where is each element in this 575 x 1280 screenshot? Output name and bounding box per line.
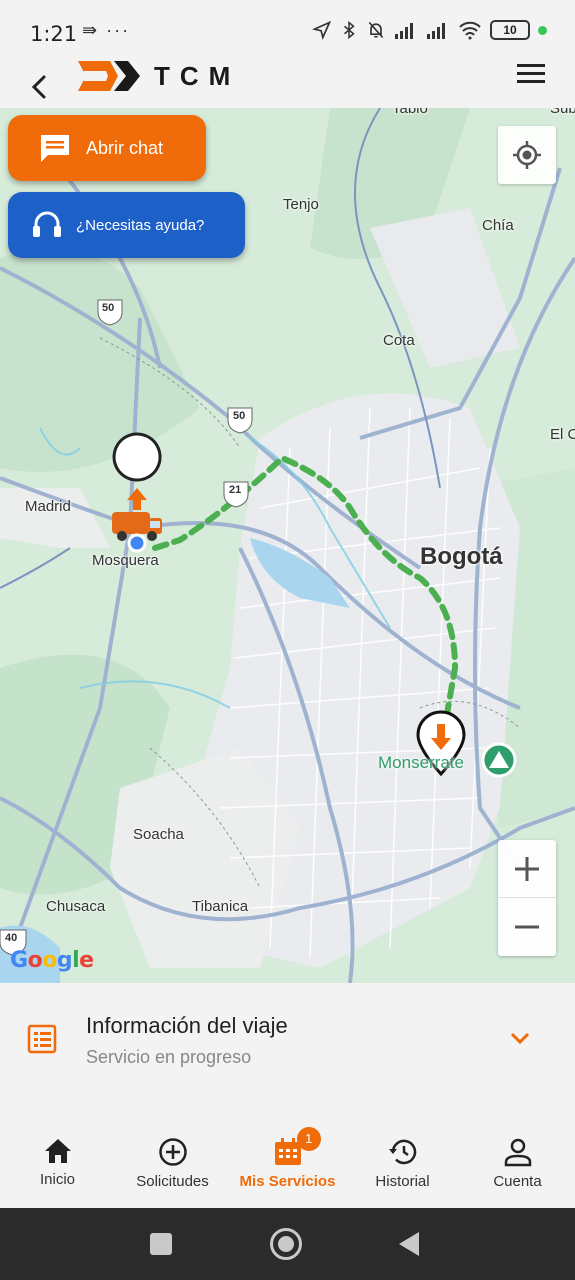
headset-icon [33,211,61,237]
bottom-navigation: Inicio Solicitudes 1 Mis Servicios Histo… [0,1113,575,1208]
route-shield-50a: 50 [102,302,115,314]
nav-item-inicio[interactable]: Inicio [0,1113,115,1208]
status-time: 1:21 [30,22,78,46]
map-label-bogota: Bogotá [420,543,503,570]
battery-icon: 10 [490,20,530,40]
home-button[interactable] [270,1228,302,1260]
map-label-chusaca: Chusaca [46,898,106,915]
map-label-el-c: El C [550,426,575,443]
home-icon [44,1139,71,1163]
trip-status: Servicio en progreso [86,1047,252,1067]
active-dot [538,25,547,35]
minus-icon [515,925,539,929]
route-shield-50b: 50 [233,410,246,422]
map-label-tabio: Tabio [392,108,428,117]
recents-button[interactable] [150,1233,172,1255]
google-logo: Google [10,948,94,973]
nav-label-mis-servicios: Mis Servicios [239,1173,336,1190]
map-label-monserrate: Monserrate [378,753,464,772]
plus-circle-icon [158,1138,187,1166]
trip-info-title: Información del viaje [86,1013,288,1038]
nav-item-cuenta[interactable]: Cuenta [460,1113,575,1208]
notification-icons: ⇛ ··· [82,20,131,40]
zoom-in-button[interactable] [498,840,556,898]
nav-label-historial: Historial [375,1173,430,1190]
chat-bubble-icon [41,135,69,162]
nav-label-solicitudes: Solicitudes [136,1173,209,1190]
map-label-suba: Suba [550,108,575,117]
status-bar: 1:21 ⇛ ··· 10 [0,0,575,60]
nav-label-cuenta: Cuenta [493,1173,542,1190]
bluetooth-icon [344,20,355,40]
map-label-tenjo: Tenjo [283,196,319,213]
nav-label-inicio: Inicio [39,1171,76,1188]
bell-off-icon [368,21,384,39]
my-location-button[interactable] [498,126,556,184]
nav-item-solicitudes[interactable]: Solicitudes [115,1113,230,1208]
services-badge: 1 [296,1127,321,1151]
signal-icon-2 [427,23,445,39]
chevron-down-icon[interactable] [509,1031,531,1045]
hamburger-menu-icon [517,64,545,83]
help-button[interactable]: ¿Necesitas ayuda? [8,192,245,258]
system-back-button[interactable] [399,1232,419,1256]
logo-arrows-icon [78,61,140,91]
open-chat-label: Abrir chat [86,137,164,158]
map-label-tibanica: Tibanica [192,898,249,915]
app-header: TCM [0,55,575,110]
back-arrow-icon [31,75,46,99]
help-label: ¿Necesitas ayuda? [76,216,205,234]
route-shield-40: 40 [5,932,18,944]
signal-icon [395,23,413,39]
tcm-logo: TCM [76,59,240,93]
back-button[interactable] [22,69,58,105]
person-icon [504,1138,531,1167]
map-label-soacha: Soacha [133,826,184,843]
map-label-chia: Chía [482,217,514,234]
zoom-controls [498,840,556,956]
map-label-madrid: Madrid [25,498,71,515]
plus-icon [515,856,539,881]
wifi-icon [459,21,481,40]
trip-info-panel[interactable]: Información del viaje Servicio en progre… [0,983,575,1113]
map-label-mosquera: Mosquera [92,552,159,569]
crosshair-icon [513,141,541,169]
zoom-out-button[interactable] [498,898,556,956]
open-chat-button[interactable]: Abrir chat [8,115,206,181]
location-arrow-icon [312,20,332,40]
map-label-cota: Cota [383,332,415,349]
logo-text: TCM [154,60,241,91]
menu-button[interactable] [515,61,547,87]
list-icon [27,1024,57,1054]
status-icons: 10 [312,20,547,40]
route-shield-21: 21 [229,484,242,496]
nav-item-mis-servicios[interactable]: 1 Mis Servicios [230,1113,345,1208]
system-navigation-bar [0,1208,575,1280]
nav-item-historial[interactable]: Historial [345,1113,460,1208]
history-icon [388,1139,416,1165]
map-view[interactable]: Tabio Suba Tenjo Chía Cota El C Madrid M… [0,108,575,983]
